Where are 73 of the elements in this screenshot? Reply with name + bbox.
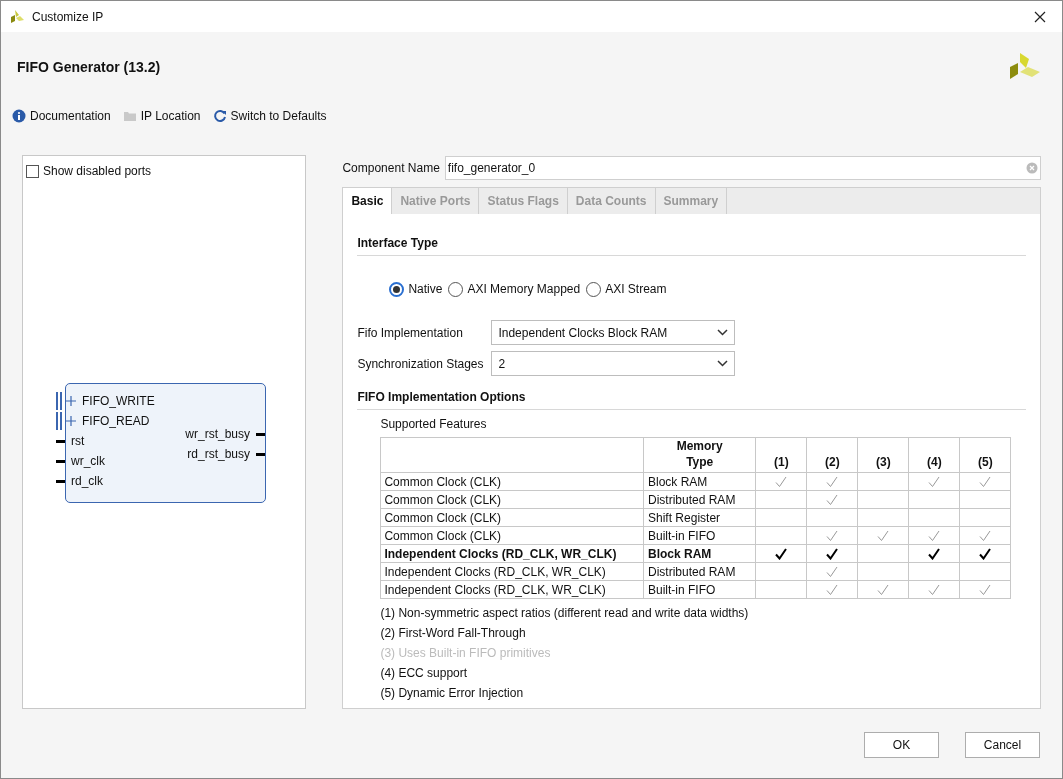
port-label: rd_clk [71, 473, 103, 490]
table-cell: Built-in FIFO [643, 526, 756, 545]
info-icon [12, 109, 26, 123]
radio-label: AXI Memory Mapped [467, 281, 581, 298]
dialog-button[interactable]: OK [864, 732, 939, 758]
footnote: (5) Dynamic Error Injection [380, 685, 524, 701]
table-cell: Independent Clocks (RD_CLK, WR_CLK) [380, 544, 644, 563]
footnote: (1) Non-symmetric aspect ratios (different read and write data widths) [380, 605, 749, 621]
port-pin [56, 439, 65, 443]
bus-pin-icon [56, 392, 62, 410]
column-header: (5) [977, 454, 994, 470]
column-header: (3) [875, 454, 892, 470]
table-caption: Supported Features [380, 416, 487, 433]
footnote: (4) ECC support [380, 665, 468, 681]
toolbar-button[interactable]: Documentation [12, 107, 111, 125]
component-name-field[interactable]: fifo_generator_0 [444, 155, 1041, 180]
expand-icon[interactable] [66, 396, 76, 406]
folder-icon [122, 109, 137, 123]
dropdown[interactable]: 2 [491, 351, 736, 376]
table-cell: Block RAM [643, 472, 756, 491]
table-cell: Built-in FIFO [643, 580, 756, 599]
port-pin [256, 432, 265, 436]
port-label: FIFO_WRITE [82, 393, 155, 410]
port-label: wr_clk [71, 453, 105, 470]
close-icon[interactable] [1034, 10, 1046, 23]
table-cell: Distributed RAM [643, 490, 756, 509]
chevron-down-icon [717, 360, 729, 367]
expand-icon[interactable] [66, 416, 76, 426]
footnote: (2) First-Word Fall-Through [380, 625, 526, 641]
app-logo-icon [9, 8, 25, 25]
footnote: (3) Uses Built-in FIFO primitives [380, 645, 551, 661]
port-label: rd_rst_busy [187, 446, 250, 463]
port-pin [256, 452, 265, 456]
radio-button[interactable] [389, 281, 405, 297]
table-cell: Shift Register [643, 508, 756, 527]
checkbox[interactable] [26, 164, 39, 178]
table-cell: Independent Clocks (RD_CLK, WR_CLK) [380, 562, 644, 581]
port-label: FIFO_READ [82, 413, 150, 430]
column-header: (1) [773, 454, 790, 470]
port-pin [56, 459, 65, 463]
table-cell: Common Clock (CLK) [380, 490, 644, 509]
radio-button[interactable] [448, 281, 464, 297]
bus-pin-icon [56, 412, 62, 430]
field-label: Synchronization Stages [357, 355, 485, 373]
section-title: FIFO Implementation Options [357, 390, 526, 404]
dropdown[interactable]: Independent Clocks Block RAM [491, 320, 736, 345]
tab[interactable]: Basic [343, 188, 393, 214]
toolbar-button[interactable]: Switch to Defaults [212, 107, 327, 125]
chevron-down-icon [717, 329, 729, 336]
port-label: wr_rst_busy [185, 426, 250, 443]
dialog-button[interactable]: Cancel [965, 732, 1040, 758]
table-cell: Common Clock (CLK) [380, 472, 644, 491]
port-label: rst [71, 433, 85, 450]
table-cell: Common Clock (CLK) [380, 526, 644, 545]
window-title: Customize IP [32, 8, 104, 26]
radio-label: Native [408, 281, 443, 298]
table-cell: Common Clock (CLK) [380, 508, 644, 527]
table-cell: Distributed RAM [643, 562, 756, 581]
radio-label: AXI Stream [605, 281, 667, 298]
section-title: Interface Type [357, 236, 438, 250]
radio-button[interactable] [586, 281, 602, 297]
field-label: Component Name [342, 159, 440, 177]
port-pin [56, 479, 65, 483]
toolbar-button[interactable]: IP Location [122, 107, 201, 125]
table-cell: Independent Clocks (RD_CLK, WR_CLK) [380, 580, 644, 599]
table-cell: Block RAM [643, 544, 756, 563]
dialog-heading: FIFO Generator (13.2) [17, 57, 161, 77]
field-label: Fifo Implementation [357, 324, 464, 342]
column-header: (4) [926, 454, 943, 470]
column-header: Memory Type [675, 438, 724, 470]
refresh-icon [212, 109, 227, 123]
column-header: (2) [824, 454, 841, 470]
checkbox-label: Show disabled ports [43, 163, 152, 180]
